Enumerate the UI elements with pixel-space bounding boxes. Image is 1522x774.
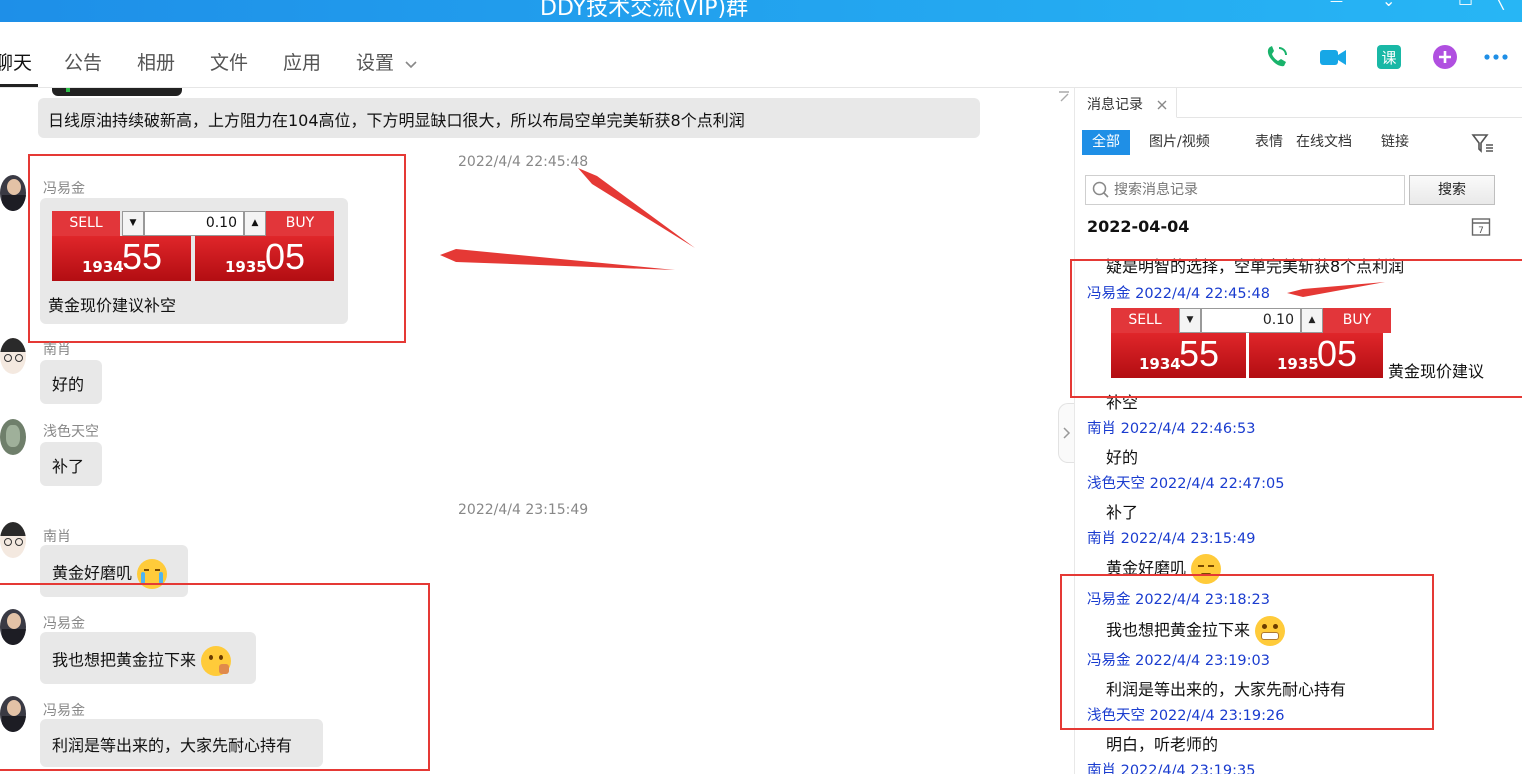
active-tab-indicator bbox=[0, 84, 38, 87]
message-text: 黄金好磨叽 bbox=[52, 563, 133, 583]
tab-notice[interactable]: 公告 bbox=[64, 48, 102, 75]
avatar[interactable] bbox=[0, 338, 26, 374]
history-tab[interactable]: 消息记录 bbox=[1075, 88, 1177, 118]
filter-links[interactable]: 链接 bbox=[1371, 130, 1419, 155]
annotation-box bbox=[0, 583, 430, 771]
sender-name: 浅色天空 bbox=[43, 424, 99, 440]
image-thumbnail[interactable] bbox=[52, 88, 182, 96]
top-tabs: 聊天 公告 相册 文件 应用 设置 课 bbox=[0, 22, 1522, 88]
more-icon[interactable] bbox=[1481, 42, 1511, 72]
message-bubble: 补了 bbox=[40, 442, 102, 486]
tab-settings-label: 设置 bbox=[356, 52, 395, 74]
maximize-icon[interactable]: ▭ bbox=[1458, 0, 1473, 10]
history-header: 南肖 2022/4/4 23:19:35 bbox=[1087, 763, 1256, 774]
video-icon[interactable] bbox=[1318, 42, 1348, 72]
chevron-down-icon bbox=[405, 60, 417, 68]
window-action[interactable]: — bbox=[1330, 0, 1343, 9]
chat-area[interactable]: 日线原油持续破新高，上方阻力在104高位，下方明显缺口很大，所以布局空单完美斩获… bbox=[0, 88, 1074, 774]
history-header: 南肖 2022/4/4 22:46:53 bbox=[1087, 421, 1256, 437]
history-text: 明白，听老师的 bbox=[1106, 735, 1219, 754]
annotation-box bbox=[1070, 259, 1522, 398]
tab-files[interactable]: 文件 bbox=[210, 48, 248, 75]
search-button[interactable]: 搜索 bbox=[1409, 175, 1495, 205]
search-box[interactable] bbox=[1085, 175, 1405, 205]
window-title: DDY技术交流(VIP)群 bbox=[540, 0, 749, 21]
close-window-icon[interactable]: ╲ bbox=[1494, 0, 1504, 10]
timestamp: 2022/4/4 23:15:49 bbox=[458, 502, 589, 518]
history-text: 好的 bbox=[1106, 448, 1139, 467]
search-icon bbox=[1092, 181, 1109, 198]
message-text: 补了 bbox=[52, 457, 85, 476]
sender-name: 南肖 bbox=[43, 529, 71, 545]
timestamp: 2022/4/4 22:45:48 bbox=[458, 154, 589, 170]
tab-chat[interactable]: 聊天 bbox=[0, 48, 32, 75]
history-tab-label: 消息记录 bbox=[1087, 97, 1143, 113]
calendar-day: 7 bbox=[1478, 226, 1484, 236]
tab-settings[interactable]: 设置 bbox=[356, 48, 418, 75]
tab-apps[interactable]: 应用 bbox=[283, 48, 321, 75]
phone-icon[interactable] bbox=[1262, 42, 1292, 72]
svg-text:课: 课 bbox=[1381, 49, 1396, 67]
history-header: 南肖 2022/4/4 23:15:49 bbox=[1087, 531, 1256, 547]
filter-media[interactable]: 图片/视频 bbox=[1139, 130, 1220, 155]
course-icon[interactable]: 课 bbox=[1374, 42, 1404, 72]
annotation-box bbox=[28, 154, 406, 343]
app-window: DDY技术交流(VIP)群 — ⌄ ▭ ╲ 聊天 公告 相册 文件 应用 设置 bbox=[0, 0, 1522, 774]
collapse-icon[interactable] bbox=[1058, 403, 1074, 463]
avatar[interactable] bbox=[0, 522, 26, 558]
history-header: 浅色天空 2022/4/4 22:47:05 bbox=[1087, 476, 1285, 492]
dropdown-icon[interactable]: ⌄ bbox=[1382, 0, 1395, 10]
sender-name: 南肖 bbox=[43, 342, 71, 358]
message-bubble: 好的 bbox=[40, 360, 102, 404]
close-icon[interactable] bbox=[1157, 100, 1167, 110]
calendar-icon[interactable]: 7 bbox=[1471, 216, 1491, 236]
search-input[interactable] bbox=[1114, 177, 1394, 203]
message-text: 日线原油持续破新高，上方阻力在104高位，下方明显缺口很大，所以布局空单完美斩获… bbox=[48, 111, 745, 130]
history-date: 2022-04-04 bbox=[1087, 217, 1190, 236]
filter-icon[interactable] bbox=[1471, 133, 1495, 155]
message-bubble: 日线原油持续破新高，上方阻力在104高位，下方明显缺口很大，所以布局空单完美斩获… bbox=[38, 98, 980, 138]
tab-album[interactable]: 相册 bbox=[137, 48, 175, 75]
avatar[interactable] bbox=[0, 419, 26, 455]
message-text: 好的 bbox=[52, 375, 85, 394]
filter-docs[interactable]: 在线文档 bbox=[1286, 130, 1362, 155]
plus-icon[interactable] bbox=[1430, 42, 1460, 72]
avatar[interactable] bbox=[0, 175, 26, 211]
annotation-box bbox=[1060, 574, 1434, 730]
history-panel: 消息记录 全部 图片/视频 表情 在线文档 链接 搜索 2022-04-04 7… bbox=[1060, 88, 1522, 774]
history-text: 补了 bbox=[1106, 503, 1139, 522]
resize-icon[interactable] bbox=[1058, 90, 1070, 102]
filter-all[interactable]: 全部 bbox=[1082, 130, 1130, 155]
title-bar: DDY技术交流(VIP)群 — ⌄ ▭ ╲ bbox=[0, 0, 1522, 22]
